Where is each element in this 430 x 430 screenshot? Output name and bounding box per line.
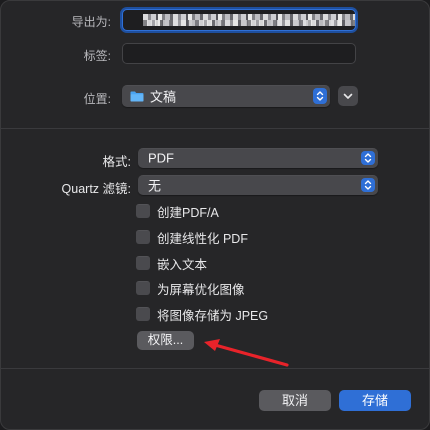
checkbox[interactable] (136, 281, 150, 295)
location-popup[interactable]: 文稿 (122, 85, 330, 107)
chevron-updown-icon (364, 180, 372, 190)
checkbox[interactable] (136, 256, 150, 270)
quartz-filter-stepper (361, 178, 375, 192)
location-value: 文稿 (150, 89, 177, 105)
folder-icon (130, 91, 144, 102)
location-label: 位置: (83, 92, 111, 106)
quartz-filter-value: 无 (148, 178, 162, 194)
cancel-button[interactable]: 取消 (259, 390, 331, 411)
quartz-filter-label: Quartz 滤镜: (61, 182, 131, 196)
chevron-updown-icon (364, 153, 372, 163)
format-value: PDF (148, 150, 174, 166)
save-button[interactable]: 存储 (339, 390, 411, 411)
option-label: 嵌入文本 (157, 257, 208, 272)
option-linearized-pdf[interactable]: 创建线性化 PDF (136, 229, 248, 246)
permissions-button[interactable]: 权限... (137, 331, 194, 350)
checkbox[interactable] (136, 230, 150, 244)
checkbox[interactable] (136, 307, 150, 321)
expand-button[interactable] (338, 86, 358, 106)
option-create-pdfa[interactable]: 创建PDF/A (136, 203, 219, 220)
chevron-down-icon (343, 93, 353, 99)
tags-field[interactable] (122, 43, 356, 64)
divider-bottom (1, 368, 430, 369)
option-embed-text[interactable]: 嵌入文本 (136, 255, 208, 272)
quartz-filter-popup[interactable]: 无 (138, 175, 378, 195)
format-stepper (361, 151, 375, 165)
option-label: 创建线性化 PDF (157, 231, 248, 246)
divider-top (1, 128, 430, 129)
option-label: 将图像存储为 JPEG (157, 308, 269, 323)
export-as-label: 导出为: (71, 15, 111, 29)
chevron-updown-icon (316, 91, 324, 101)
format-label: 格式: (102, 155, 131, 169)
location-stepper (313, 88, 327, 104)
option-label: 创建PDF/A (157, 205, 219, 220)
export-as-field[interactable] (122, 9, 356, 31)
save-dialog: 导出为: 标签: 位置: 文稿 格式: PDF Quartz 滤镜: 无 创建P… (0, 0, 430, 430)
redacted-filename (143, 14, 355, 26)
tags-label: 标签: (83, 49, 111, 63)
format-popup[interactable]: PDF (138, 148, 378, 168)
option-save-jpeg[interactable]: 将图像存储为 JPEG (136, 306, 269, 323)
option-label: 为屏幕优化图像 (157, 282, 245, 297)
annotation-arrow-icon (204, 339, 289, 367)
checkbox[interactable] (136, 204, 150, 218)
option-optimize-images[interactable]: 为屏幕优化图像 (136, 280, 245, 297)
